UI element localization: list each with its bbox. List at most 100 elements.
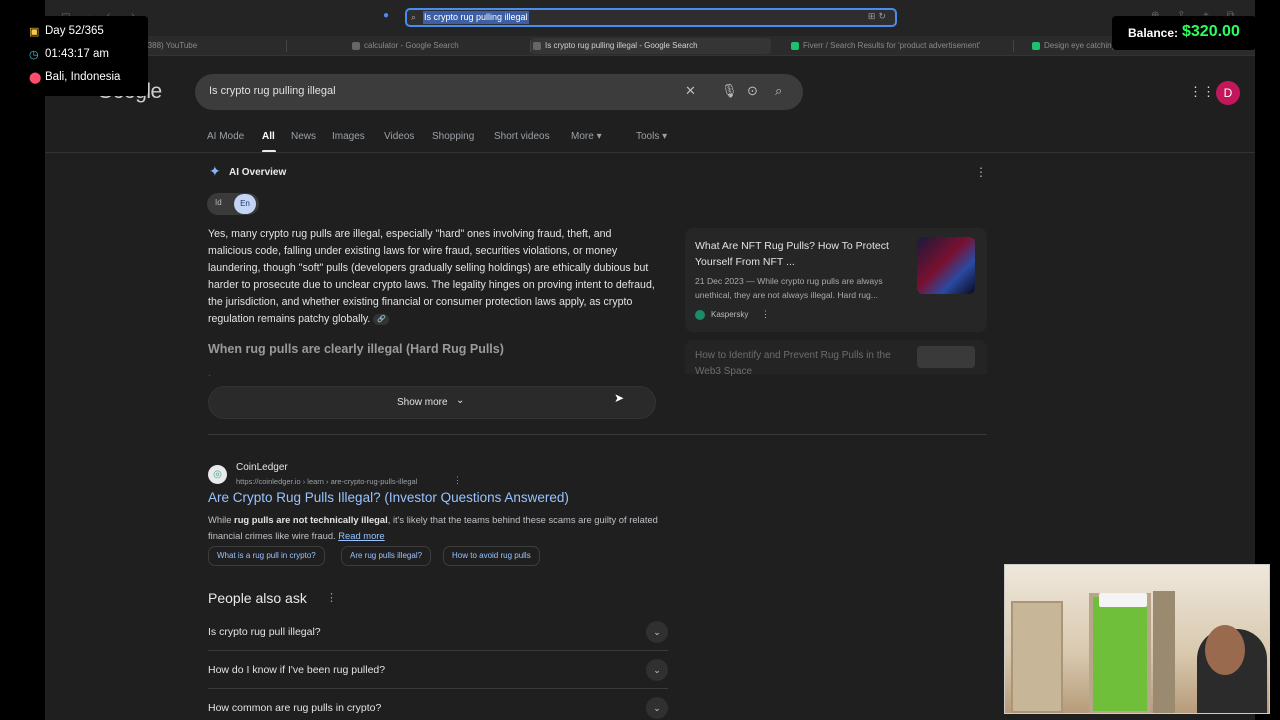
- chevron-down-icon[interactable]: ⌄: [646, 697, 668, 719]
- card-title[interactable]: How to Identify and Prevent Rug Pulls in…: [695, 348, 905, 378]
- stats-overlay: ▣ Day 52/365 ◷ 01:43:17 am ⬤ Bali, Indon…: [14, 16, 148, 96]
- tab-all[interactable]: All: [262, 131, 275, 142]
- avatar[interactable]: D: [1216, 81, 1240, 105]
- tab-fiverr[interactable]: Fiverr / Search Results for 'product adv…: [789, 38, 999, 54]
- tab-label: (388) YouTube: [145, 41, 198, 50]
- calendar-icon: ▣: [29, 26, 40, 38]
- tab-more[interactable]: More ▾: [571, 131, 602, 142]
- tab-tools-label: Tools: [636, 131, 660, 142]
- result-url[interactable]: https://coinledger.io › learn › are-cryp…: [236, 477, 417, 486]
- paa-question-text: How common are rug pulls in crypto?: [208, 702, 382, 714]
- related-chip[interactable]: How to avoid rug pulls: [443, 546, 540, 566]
- paa-question[interactable]: Is crypto rug pull illegal? ⌄: [208, 614, 668, 651]
- tab-active-search[interactable]: Is crypto rug pulling illegal - Google S…: [531, 38, 771, 54]
- more-options-icon[interactable]: ⋮: [761, 309, 770, 320]
- balance-value: $320.00: [1182, 23, 1240, 40]
- tab-ai-mode[interactable]: AI Mode: [207, 131, 244, 142]
- webcam-feed: [1004, 564, 1270, 714]
- address-bar[interactable]: ⌕ Is crypto rug pulling illegal ⊞↻: [405, 8, 897, 27]
- tab-shopping[interactable]: Shopping: [432, 131, 474, 142]
- more-options-icon[interactable]: ⋮: [975, 165, 987, 179]
- mouse-cursor-icon: ➤: [614, 391, 625, 405]
- balance-overlay: Balance: $320.00: [1112, 16, 1256, 50]
- translate-icon[interactable]: ⊞↻: [868, 11, 889, 22]
- lang-id-option[interactable]: Id: [215, 198, 222, 207]
- language-toggle[interactable]: Id En: [207, 193, 259, 215]
- more-options-icon[interactable]: ⋮: [453, 475, 462, 486]
- microphone-icon[interactable]: 🎙: [721, 83, 738, 99]
- fiverr-icon: [791, 42, 799, 50]
- lang-en-option[interactable]: En: [234, 194, 256, 214]
- screen: ▭ ⌄ ‹ › ● ⌕ Is crypto rug pulling illega…: [0, 0, 1280, 720]
- tab-label: Is crypto rug pulling illegal - Google S…: [545, 41, 698, 50]
- read-more-link[interactable]: Read more: [338, 530, 384, 541]
- tab-separator: [1013, 40, 1014, 52]
- snippet-text: While: [208, 514, 235, 525]
- tab-calculator[interactable]: calculator - Google Search: [350, 38, 550, 54]
- tab-news[interactable]: News: [291, 131, 316, 142]
- paa-question-text: How do I know if I've been rug pulled?: [208, 664, 386, 676]
- header-divider: [45, 152, 1255, 153]
- lens-icon[interactable]: ⊙: [747, 83, 758, 99]
- people-also-ask-title: People also ask: [208, 590, 307, 606]
- search-box[interactable]: Is crypto rug pulling illegal ✕ 🎙 ⊙ ⌕: [195, 74, 803, 110]
- card-description: 21 Dec 2023 — While crypto rug pulls are…: [695, 276, 883, 300]
- search-input[interactable]: Is crypto rug pulling illegal: [209, 85, 336, 97]
- show-more-label: Show more: [397, 397, 448, 408]
- card-thumbnail: [917, 237, 975, 294]
- google-icon: [352, 42, 360, 50]
- ai-overview-title: AI Overview: [229, 167, 287, 178]
- clear-icon[interactable]: ✕: [685, 83, 696, 99]
- paa-question-text: Is crypto rug pull illegal?: [208, 626, 321, 638]
- search-icon[interactable]: ⌕: [775, 83, 782, 99]
- chevron-down-icon: ▾: [662, 131, 668, 142]
- browser-toolbar: ▭ ⌄ ‹ › ● ⌕ Is crypto rug pulling illega…: [45, 0, 1255, 36]
- show-more-button[interactable]: Show more ⌄: [208, 386, 656, 419]
- webcam-door: [1011, 601, 1063, 713]
- tab-label: Fiverr / Search Results for 'product adv…: [803, 41, 981, 50]
- address-text: Is crypto rug pulling illegal: [423, 11, 529, 24]
- tab-videos[interactable]: Videos: [384, 131, 414, 142]
- balance-label: Balance:: [1128, 26, 1179, 40]
- location-pin-icon: ⬤: [29, 72, 42, 84]
- tab-tools[interactable]: Tools ▾: [636, 131, 667, 142]
- tab-separator: [286, 40, 287, 52]
- related-chip[interactable]: Are rug pulls illegal?: [341, 546, 432, 566]
- tab-more-label: More: [571, 131, 594, 142]
- google-icon: [533, 42, 541, 50]
- card-source: Kaspersky: [711, 310, 749, 319]
- tab-label: calculator - Google Search: [364, 41, 459, 50]
- chevron-down-icon[interactable]: ⌄: [646, 621, 668, 643]
- card-title[interactable]: What Are NFT Rug Pulls? How To Protect Y…: [695, 238, 913, 270]
- tab-images[interactable]: Images: [332, 131, 365, 142]
- tab-youtube[interactable]: (388) YouTube: [131, 38, 281, 54]
- link-icon[interactable]: 🔗: [373, 313, 390, 325]
- source-card[interactable]: How to Identify and Prevent Rug Pulls in…: [685, 340, 987, 377]
- tab-short-videos[interactable]: Short videos: [494, 131, 550, 142]
- ai-overview-text: Yes, many crypto rug pulls are illegal, …: [208, 228, 655, 325]
- day-text: Day 52/365: [45, 25, 104, 37]
- card-thumbnail: [917, 346, 975, 368]
- chevron-down-icon[interactable]: ⌄: [646, 659, 668, 681]
- result-site-name[interactable]: CoinLedger: [236, 462, 288, 473]
- location-text: Bali, Indonesia: [45, 71, 121, 83]
- extension-icon[interactable]: ●: [383, 10, 389, 21]
- paa-question[interactable]: How common are rug pulls in crypto? ⌄: [208, 690, 668, 720]
- kaspersky-icon: [695, 310, 705, 320]
- search-icon: ⌕: [411, 12, 417, 22]
- clock-icon: ◷: [29, 49, 39, 61]
- paa-question[interactable]: How do I know if I've been rug pulled? ⌄: [208, 652, 668, 689]
- time-text: 01:43:17 am: [45, 48, 109, 60]
- chevron-down-icon: ⌄: [456, 395, 465, 406]
- more-options-icon[interactable]: ⋮: [326, 591, 337, 604]
- source-card[interactable]: What Are NFT Rug Pulls? How To Protect Y…: [685, 228, 987, 332]
- webcam-air-conditioner: [1099, 593, 1147, 607]
- result-title-link[interactable]: Are Crypto Rug Pulls Illegal? (Investor …: [208, 490, 569, 505]
- snippet-bold: rug pulls are not technically illegal: [234, 514, 388, 525]
- webcam-window: [1089, 593, 1151, 713]
- ai-overview-heading: When rug pulls are clearly illegal (Hard…: [208, 342, 504, 356]
- related-chip[interactable]: What is a rug pull in crypto?: [208, 546, 325, 566]
- webcam-curtain: [1153, 591, 1175, 713]
- result-snippet: While rug pulls are not technically ille…: [208, 512, 668, 544]
- fiverr-icon: [1032, 42, 1040, 50]
